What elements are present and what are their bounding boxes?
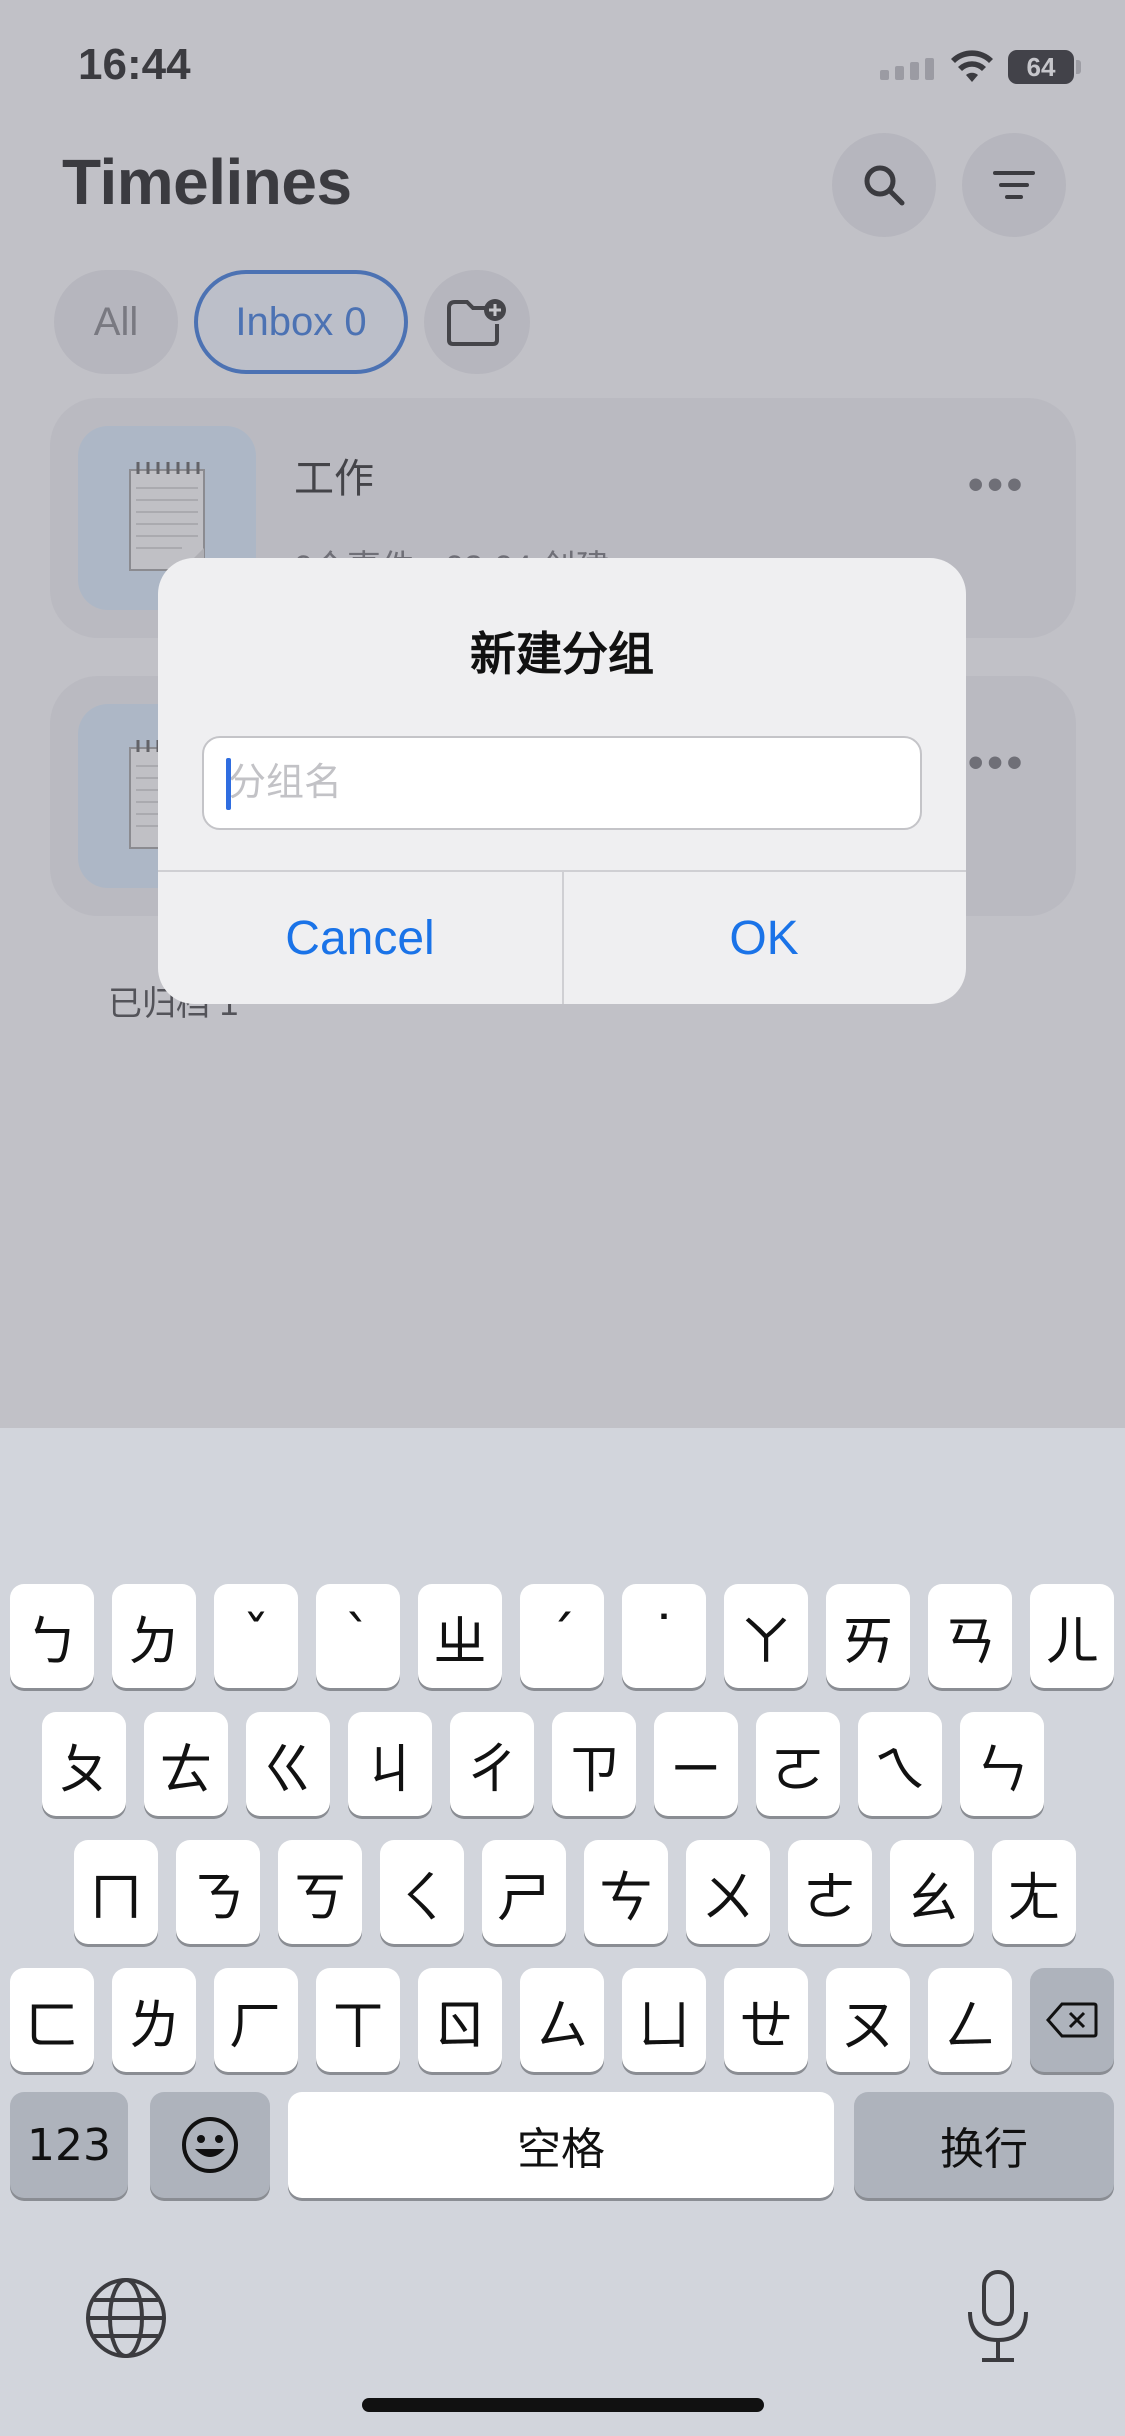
key[interactable]: ㄓ: [418, 1584, 502, 1688]
numbers-key[interactable]: 123: [10, 2092, 128, 2198]
key[interactable]: ㄚ: [724, 1584, 808, 1688]
text-cursor: [226, 758, 231, 810]
globe-icon[interactable]: [84, 2276, 168, 2360]
key[interactable]: ㄒ: [316, 1968, 400, 2072]
key[interactable]: ㄇ: [74, 1840, 158, 1944]
key[interactable]: ㄥ: [928, 1968, 1012, 2072]
key[interactable]: ㄍ: [246, 1712, 330, 1816]
space-key[interactable]: 空格: [288, 2092, 834, 2198]
key[interactable]: ㄡ: [826, 1968, 910, 2072]
key[interactable]: ㄛ: [756, 1712, 840, 1816]
key[interactable]: ㄈ: [10, 1968, 94, 2072]
key[interactable]: ㄘ: [584, 1840, 668, 1944]
key[interactable]: ㄌ: [112, 1968, 196, 2072]
cancel-button[interactable]: Cancel: [158, 872, 562, 1004]
key[interactable]: ㄆ: [42, 1712, 126, 1816]
key[interactable]: ㄅ: [10, 1584, 94, 1688]
key[interactable]: ㄤ: [992, 1840, 1076, 1944]
emoji-icon: [182, 2117, 238, 2173]
key[interactable]: ㄟ: [858, 1712, 942, 1816]
key[interactable]: ㄨ: [686, 1840, 770, 1944]
key[interactable]: ㄩ: [622, 1968, 706, 2072]
key[interactable]: ㄕ: [482, 1840, 566, 1944]
dialog-title: 新建分组: [470, 628, 654, 680]
key[interactable]: ㄎ: [278, 1840, 362, 1944]
key[interactable]: ㄜ: [788, 1840, 872, 1944]
group-name-input[interactable]: [202, 736, 922, 830]
delete-key[interactable]: [1030, 1968, 1114, 2072]
key[interactable]: ㄗ: [552, 1712, 636, 1816]
key[interactable]: ˊ: [520, 1584, 604, 1688]
key[interactable]: ㄙ: [520, 1968, 604, 2072]
key[interactable]: ㄦ: [1030, 1584, 1114, 1688]
key[interactable]: ㄐ: [348, 1712, 432, 1816]
key[interactable]: ㄠ: [890, 1840, 974, 1944]
home-indicator[interactable]: [362, 2398, 764, 2412]
key[interactable]: ㄊ: [144, 1712, 228, 1816]
key[interactable]: ˙: [622, 1584, 706, 1688]
key[interactable]: ㄖ: [418, 1968, 502, 2072]
new-group-dialog: 新建分组 Cancel OK: [158, 558, 966, 1004]
key[interactable]: ˇ: [214, 1584, 298, 1688]
key[interactable]: ㄣ: [960, 1712, 1044, 1816]
keyboard: ㄅ ㄉ ˇ ˋ ㄓ ˊ ˙ ㄚ ㄞ ㄢ ㄦ ㄆ ㄊ ㄍ ㄐ ㄔ ㄗ ㄧ ㄛ ㄟ …: [0, 1428, 1125, 2436]
key[interactable]: ˋ: [316, 1584, 400, 1688]
key[interactable]: ㄞ: [826, 1584, 910, 1688]
key[interactable]: ㄧ: [654, 1712, 738, 1816]
delete-icon: [1046, 2002, 1098, 2038]
microphone-icon[interactable]: [960, 2268, 1036, 2368]
key[interactable]: ㄢ: [928, 1584, 1012, 1688]
key[interactable]: ㄉ: [112, 1584, 196, 1688]
return-key[interactable]: 换行: [854, 2092, 1114, 2198]
key[interactable]: ㄏ: [214, 1968, 298, 2072]
key[interactable]: ㄑ: [380, 1840, 464, 1944]
key[interactable]: ㄋ: [176, 1840, 260, 1944]
key[interactable]: ㄝ: [724, 1968, 808, 2072]
ok-button[interactable]: OK: [562, 872, 966, 1004]
key[interactable]: ㄔ: [450, 1712, 534, 1816]
emoji-key[interactable]: [150, 2092, 270, 2198]
